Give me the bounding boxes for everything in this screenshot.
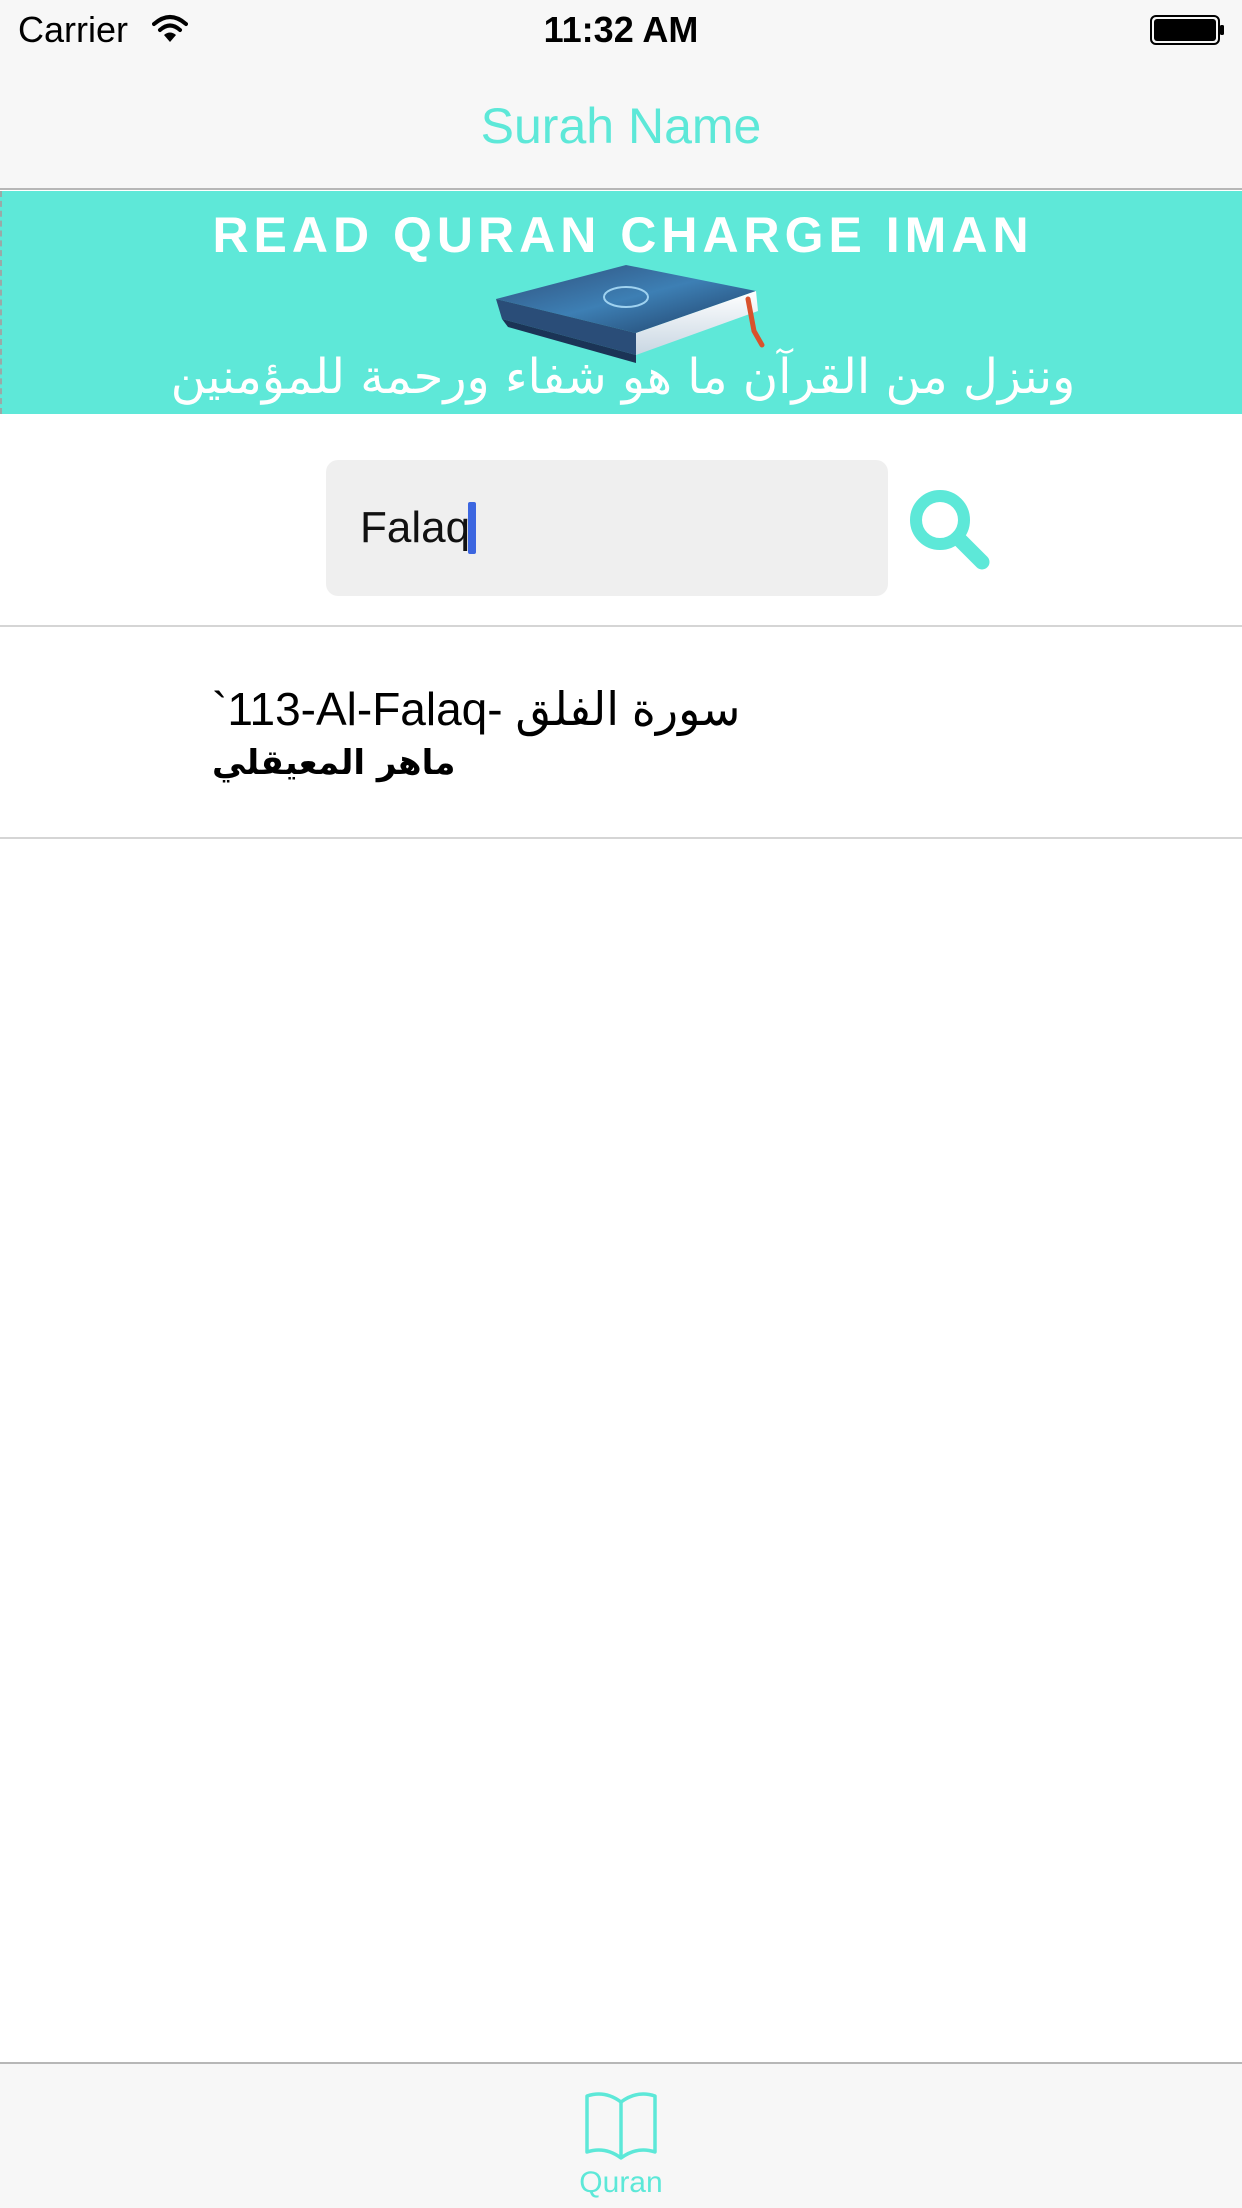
banner: READ QURAN CHARGE IMAN وننزل من القرآن م… xyxy=(0,191,1242,414)
banner-verse: وننزل من القرآن ما هو شفاء ورحمة للمؤمني… xyxy=(170,349,1076,405)
search-input[interactable]: Falaq xyxy=(326,460,888,596)
tab-label: Quran xyxy=(579,2166,663,2199)
list-item[interactable]: `113-Al-Falaq- سورة الفلق ماهر المعيقلي xyxy=(0,627,1242,839)
page-title: Surah Name xyxy=(480,98,762,154)
clock: 11:32 AM xyxy=(543,9,699,50)
book-open-icon xyxy=(585,2092,657,2160)
text-caret xyxy=(468,502,477,554)
status-bar: Carrier 11:32 AM xyxy=(0,0,1242,60)
screen: Carrier 11:32 AM Surah Name READ QURAN C… xyxy=(0,0,1242,2208)
tab-bar: Quran xyxy=(0,2062,1242,2208)
surah-title: `113-Al-Falaq- سورة الفلق xyxy=(212,683,741,735)
search-input-value: Falaq xyxy=(360,503,471,552)
top-chrome: Carrier 11:32 AM Surah Name xyxy=(0,0,1242,190)
battery-icon xyxy=(1150,15,1224,45)
tab-quran[interactable]: Quran xyxy=(551,2072,691,2204)
banner-headline: READ QURAN CHARGE IMAN xyxy=(212,207,1034,263)
search-icon[interactable] xyxy=(906,484,996,574)
reciter-name: ماهر المعيقلي xyxy=(212,743,456,783)
